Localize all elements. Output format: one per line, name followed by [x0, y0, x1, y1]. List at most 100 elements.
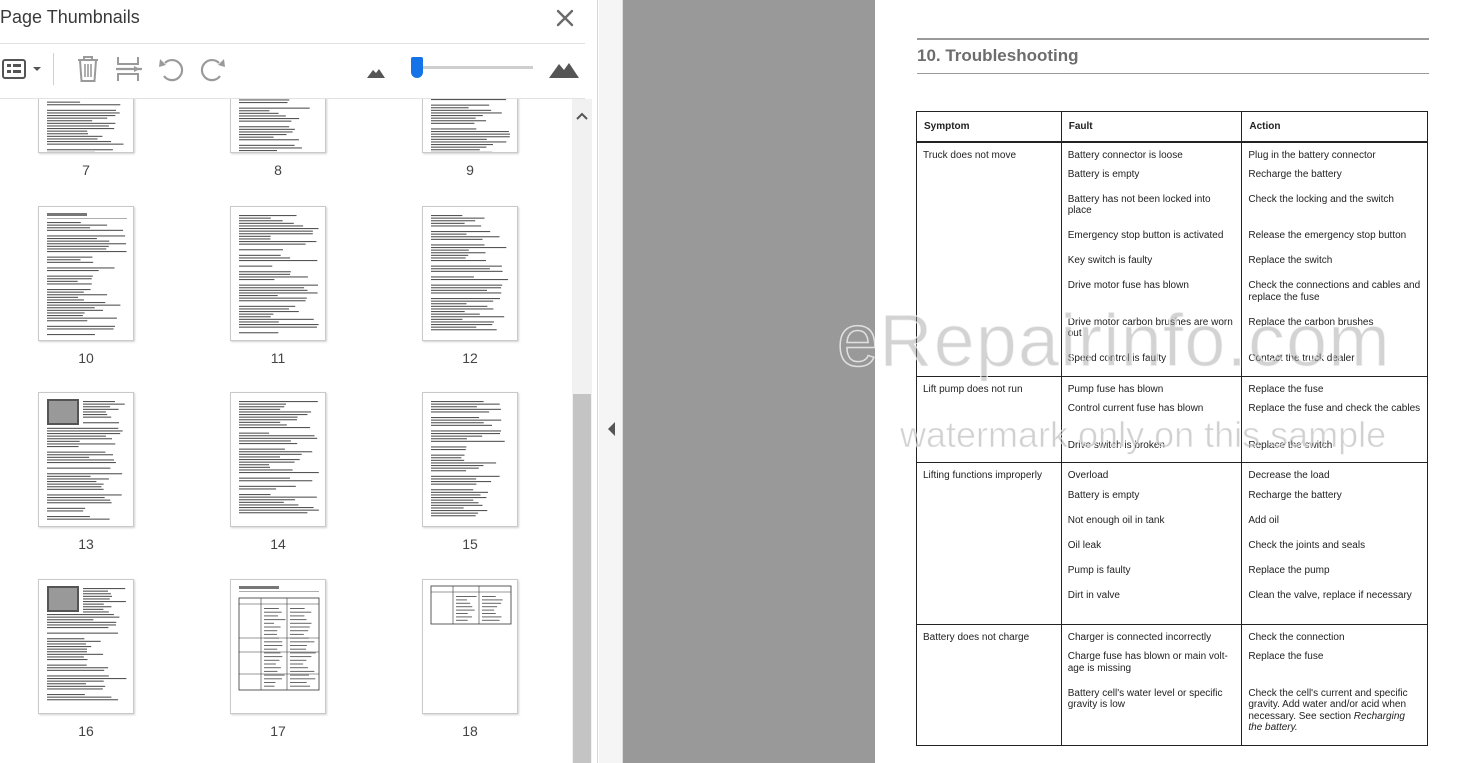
fault-cell: Control current fuse has blown — [1060, 401, 1243, 438]
thumbnail-page-image[interactable] — [422, 579, 518, 714]
thumbnail-page-image[interactable] — [422, 392, 518, 527]
document-page: 10. Troubleshooting Symptom Fault Action… — [875, 0, 1470, 763]
thumbnail-page-image[interactable] — [38, 392, 134, 527]
table-row: Battery is empty Recharge the battery — [916, 166, 1428, 192]
symptom-column-cell — [916, 351, 1062, 377]
table-row: Pump is faulty Replace the pump — [916, 562, 1428, 588]
action-text: Check the joints and seals — [1248, 539, 1366, 551]
symptom-cell: Lift pump does not run — [923, 383, 1023, 395]
action-cell: Replace the switch — [1241, 437, 1428, 463]
thumbnail-page-image[interactable] — [38, 579, 134, 714]
symptom-column-cell — [916, 685, 1062, 746]
rotate-counterclockwise-icon[interactable] — [156, 54, 186, 84]
thumbnail-page-image[interactable] — [230, 99, 326, 153]
fault-text: Charger is connected incorrectly — [1067, 631, 1212, 643]
thumbnail-toolbar — [0, 44, 598, 99]
fault-cell: Key switch is faulty — [1060, 253, 1243, 278]
action-cell: Recharge the battery — [1241, 166, 1428, 192]
fault-text: Charge fuse has blown or main volt-age i… — [1067, 651, 1228, 674]
action-cell: Check the joints and seals — [1241, 537, 1428, 563]
thumbnail-page-image[interactable] — [38, 206, 134, 341]
large-mountain-icon[interactable] — [548, 54, 580, 84]
thumbnail-page-image[interactable] — [230, 392, 326, 527]
table-row: Battery is empty Recharge the battery — [916, 487, 1428, 513]
symptom-column-cell — [916, 166, 1062, 192]
table-row: Charge fuse has blown or main volt-age i… — [916, 649, 1428, 686]
symptom-column-cell — [916, 314, 1062, 351]
action-text: Check the connection — [1248, 631, 1345, 643]
thumbnail-page-image[interactable] — [422, 206, 518, 341]
fault-cell: Charge fuse has blown or main volt-age i… — [1060, 649, 1243, 686]
fault-cell: Drive motor carbon brushes are worn out — [1060, 314, 1243, 351]
thumbnail-page-image[interactable] — [38, 99, 134, 153]
symptom-column-cell — [916, 562, 1062, 588]
insert-page-icon[interactable] — [114, 54, 144, 84]
table-row: Dirt in valve Clean the valve, replace if… — [916, 587, 1428, 625]
thumbnail-page-number: 9 — [466, 162, 474, 178]
fault-text: Control current fuse has blown — [1067, 403, 1204, 414]
small-mountain-icon[interactable] — [366, 54, 386, 84]
table-row: Drive motor carbon brushes are worn out R… — [916, 314, 1428, 351]
thumbnail-page-image[interactable] — [422, 99, 518, 153]
action-cell: Decrease the load — [1241, 462, 1428, 488]
table-header-row: Symptom Fault Action — [916, 111, 1428, 143]
fault-cell: Battery is empty — [1060, 487, 1243, 513]
scroll-up-icon[interactable] — [572, 106, 592, 126]
action-cell: Add oil — [1241, 512, 1428, 538]
fault-text: Not enough oil in tank — [1067, 514, 1165, 526]
rotate-clockwise-icon[interactable] — [198, 54, 228, 84]
thumbnail-page-image[interactable] — [230, 579, 326, 714]
scrollbar-thumb[interactable] — [573, 394, 591, 763]
action-text: Replace the switch — [1248, 255, 1333, 266]
heading-rule — [917, 73, 1429, 74]
symptom-column-cell — [916, 437, 1062, 463]
action-cell: Check the connections and cables and rep… — [1241, 278, 1428, 315]
collapse-panel-icon[interactable] — [606, 420, 618, 438]
table-row: Not enough oil in tank Add oil — [916, 512, 1428, 538]
zoom-slider-track[interactable] — [412, 66, 533, 69]
action-cell: Check the connection — [1241, 624, 1428, 649]
action-text: Check the locking and the switch — [1248, 193, 1394, 205]
fault-text: Key switch is faulty — [1067, 255, 1153, 266]
fault-cell: Overload — [1060, 462, 1243, 488]
symptom-column-cell — [916, 278, 1062, 315]
symptom-column-cell — [916, 253, 1062, 278]
zoom-slider-handle[interactable] — [411, 57, 423, 78]
column-header-fault: Fault — [1060, 111, 1243, 143]
close-icon[interactable] — [552, 5, 578, 31]
fault-text: Battery has not been locked into place — [1067, 193, 1211, 217]
symptom-column-cell — [916, 191, 1062, 228]
action-text: Recharge the battery — [1248, 489, 1342, 501]
action-text: Check the connections and cables and rep… — [1248, 280, 1421, 303]
action-cell: Check the cell's current and specific gr… — [1241, 685, 1428, 746]
fault-text: Speed control is faulty — [1067, 353, 1167, 364]
column-header-action: Action — [1241, 111, 1428, 143]
fault-cell: Drive motor fuse has blown — [1060, 278, 1243, 315]
table-row: Oil leak Check the joints and seals — [916, 537, 1428, 563]
thumbnail-options-icon[interactable] — [0, 54, 44, 84]
action-cell: Replace the fuse — [1241, 649, 1428, 686]
fault-text: Battery is empty — [1067, 168, 1140, 180]
fault-text: Pump fuse has blown — [1067, 383, 1164, 395]
fault-cell: Not enough oil in tank — [1060, 512, 1243, 538]
panel-splitter[interactable] — [599, 0, 623, 763]
fault-text: Drive switch is broken — [1067, 439, 1165, 451]
table-row: Emergency stop button is activated Releas… — [916, 228, 1428, 253]
thumbnail-page-number: 12 — [462, 350, 478, 366]
fault-cell: Battery cell's water level or specific g… — [1060, 685, 1243, 746]
action-cell: Replace the carbon brushes — [1241, 314, 1428, 351]
fault-text: Oil leak — [1067, 539, 1102, 551]
fault-cell: Pump is faulty — [1060, 562, 1243, 588]
fault-text: Battery is empty — [1067, 489, 1140, 501]
thumbnail-page-image[interactable] — [230, 206, 326, 341]
thumbnail-page-number: 8 — [274, 162, 282, 178]
table-row: Drive switch is broken Replace the switch — [916, 437, 1428, 463]
symptom-cell: Truck does not move — [923, 149, 1017, 161]
trash-icon[interactable] — [74, 54, 102, 84]
thumbnail-page-number: 13 — [78, 536, 94, 552]
toolbar-divider — [53, 53, 54, 85]
table-row: Control current fuse has blown Replace th… — [916, 401, 1428, 438]
thumbnail-page-number: 15 — [462, 536, 478, 552]
action-text: Recharge the battery — [1248, 168, 1342, 180]
fault-cell: Pump fuse has blown — [1060, 376, 1243, 401]
